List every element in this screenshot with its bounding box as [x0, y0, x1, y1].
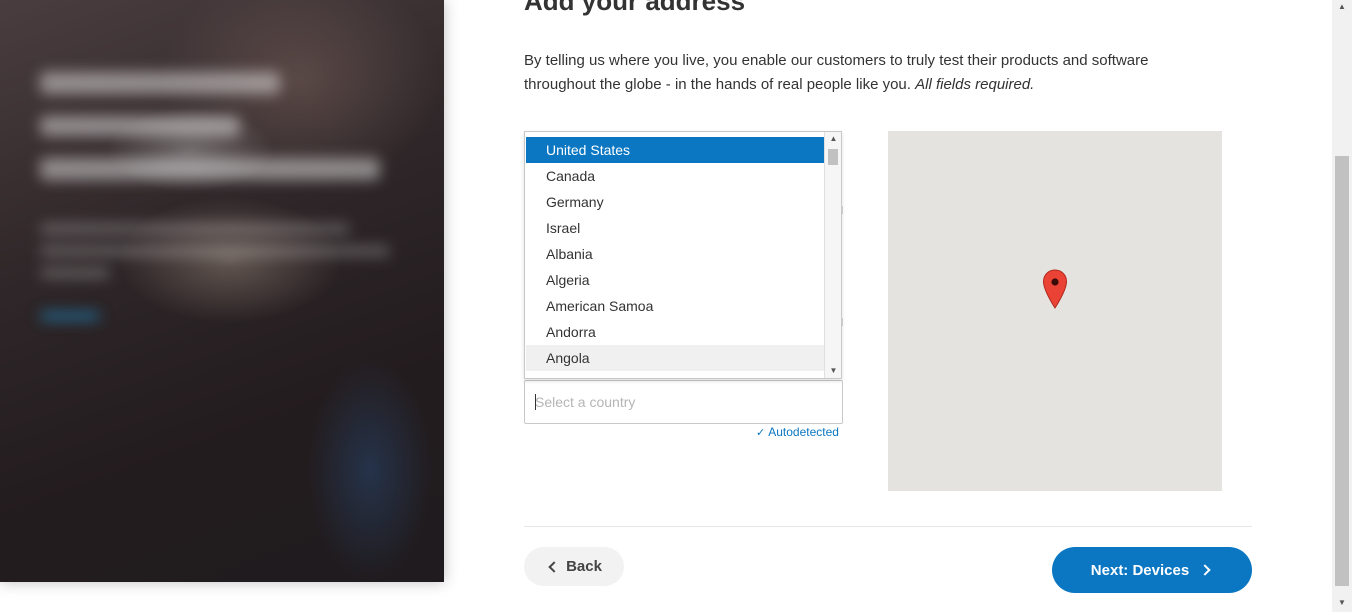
window-edge	[1352, 0, 1366, 612]
country-option[interactable]: Andorra	[526, 319, 826, 345]
intro-text: By telling us where you live, you enable…	[524, 52, 1149, 93]
footer-divider	[524, 526, 1252, 527]
country-option[interactable]: Germany	[526, 189, 826, 215]
check-icon: ✓	[756, 427, 766, 439]
chevron-right-icon	[1199, 564, 1211, 576]
country-dropdown[interactable]: United States Canada Germany Israel Alba…	[524, 131, 842, 379]
hero-image	[0, 0, 444, 582]
map-pin-icon	[1042, 269, 1068, 309]
country-option[interactable]: Algeria	[526, 267, 826, 293]
scroll-up-icon[interactable]: ▲	[825, 132, 841, 146]
scroll-down-icon[interactable]: ▼	[1334, 596, 1350, 610]
country-option[interactable]: American Samoa	[526, 293, 826, 319]
dropdown-scrollbar[interactable]: ▲ ▼	[824, 132, 841, 378]
country-option[interactable]: Albania	[526, 241, 826, 267]
country-option[interactable]: Anguilla	[526, 371, 826, 378]
dropdown-scroll-thumb[interactable]	[828, 149, 838, 165]
country-option[interactable]: Canada	[526, 163, 826, 189]
back-button[interactable]: Back	[524, 547, 624, 586]
page-title: Add your address	[524, 0, 746, 16]
required-note: All fields required.	[915, 76, 1035, 93]
country-option[interactable]: United States	[526, 137, 826, 163]
autodetected-hint: ✓ Autodetected	[756, 425, 839, 439]
country-option-list: United States Canada Germany Israel Alba…	[526, 137, 826, 378]
page-scroll-thumb[interactable]	[1335, 156, 1349, 586]
scroll-down-icon[interactable]: ▼	[825, 364, 841, 378]
text-caret	[535, 394, 536, 410]
chevron-left-icon	[548, 560, 560, 573]
next-devices-button[interactable]: Next: Devices	[1052, 547, 1252, 593]
country-input[interactable]	[524, 380, 843, 424]
scroll-up-icon[interactable]: ▲	[1334, 0, 1350, 14]
country-option[interactable]: Israel	[526, 215, 826, 241]
country-option[interactable]: Angola	[526, 345, 826, 371]
map[interactable]	[888, 131, 1222, 491]
